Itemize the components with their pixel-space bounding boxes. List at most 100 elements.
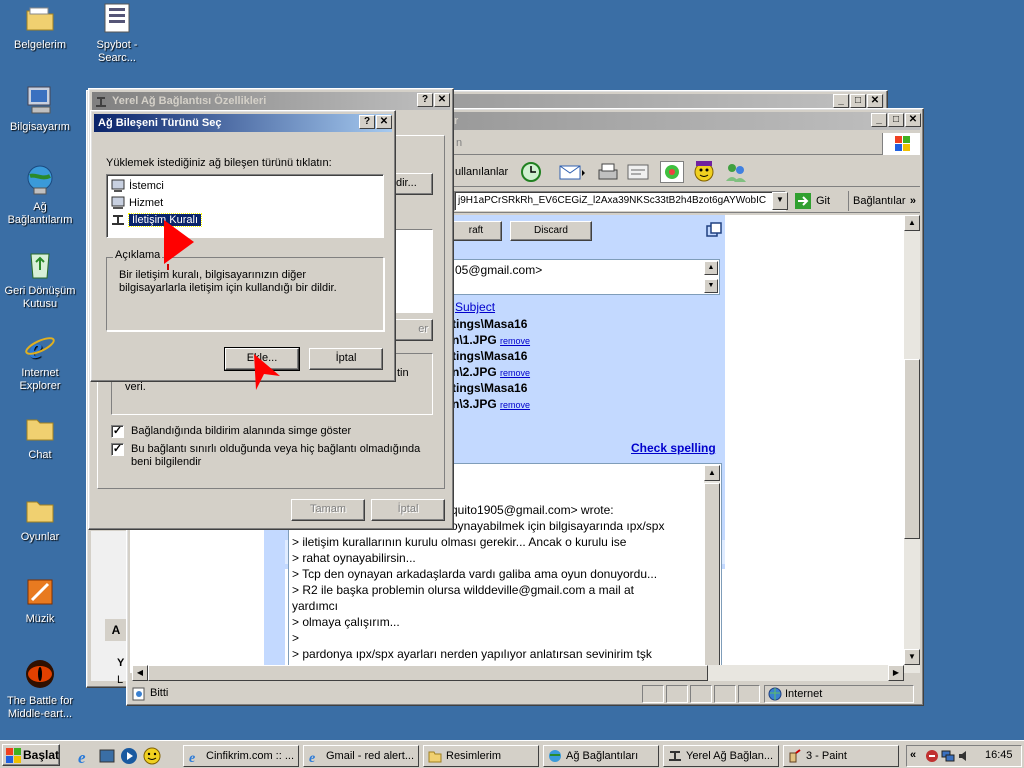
scroll-up-button[interactable]: ▲	[904, 215, 920, 231]
notify-checkbox[interactable]: ✓	[111, 443, 124, 456]
history-icon[interactable]	[519, 161, 543, 183]
desktop-icon-label: The Battle for Middle-eart...	[6, 695, 74, 720]
svg-text:e: e	[189, 751, 195, 763]
list-item-client[interactable]: İstemci	[111, 179, 164, 193]
to-field[interactable]: 05@gmail.com>	[450, 259, 720, 295]
component-title-text: Ağ Bileşeni Türünü Seç	[98, 117, 222, 129]
mail-icon[interactable]	[558, 161, 588, 183]
edit-icon[interactable]	[626, 161, 650, 183]
properties-label: er	[418, 323, 428, 335]
message-body-scrollbar[interactable]: ▲	[704, 465, 720, 673]
remove-link[interactable]: remove	[500, 336, 530, 346]
desktop-icon-battle-middle-earth[interactable]: The Battle for Middle-eart...	[0, 658, 80, 721]
task-button-ag-baglantilari[interactable]: Ağ Bağlantıları	[543, 745, 659, 767]
help-button[interactable]: ?	[359, 115, 375, 129]
scroll-down-button[interactable]: ▼	[904, 649, 920, 665]
task-button-resimlerim[interactable]: Resimlerim	[423, 745, 539, 767]
ok-button[interactable]: Tamam	[291, 499, 365, 521]
service-icon	[111, 196, 125, 209]
minimize-button[interactable]: _	[833, 94, 849, 108]
close-button[interactable]: ✕	[434, 93, 450, 107]
icq-icon[interactable]	[660, 161, 684, 183]
scroll-thumb[interactable]	[148, 665, 708, 681]
remove-link[interactable]: remove	[500, 400, 530, 410]
maximize-button[interactable]: □	[888, 113, 904, 127]
links-label: Bağlantılar	[853, 195, 906, 207]
horizontal-scrollbar[interactable]: ◀ ▶	[132, 665, 904, 681]
components-list[interactable]	[393, 229, 433, 313]
to-field-scrollbar[interactable]: ▲ ▼	[704, 261, 718, 293]
quicklaunch-ie-icon[interactable]: e	[76, 747, 94, 767]
quicklaunch-show-desktop-icon[interactable]	[98, 747, 116, 765]
desktop-icon-label: Chat	[28, 449, 52, 461]
desktop-icon-oyunlar[interactable]: Oyunlar	[0, 494, 80, 544]
desktop-icon-geri-donusum[interactable]: Geri Dönüşüm Kutusu	[0, 248, 80, 311]
yahoo-messenger-icon[interactable]	[692, 161, 716, 183]
page-scrollbar[interactable]: ▲ ▼	[904, 215, 920, 673]
scroll-thumb[interactable]	[704, 483, 720, 673]
list-item-service[interactable]: Hizmet	[111, 196, 163, 210]
windows-logo-icon	[6, 748, 21, 763]
attachment-line: tings\Masa16	[452, 317, 528, 331]
discard-button[interactable]: Discard	[510, 221, 592, 241]
desktop-icon-spybot[interactable]: Spybot - Searc...	[77, 2, 157, 65]
show-icon-checkbox[interactable]: ✓	[111, 425, 124, 438]
tray-network-icon[interactable]	[941, 749, 955, 763]
game-eye-icon	[24, 658, 56, 690]
clock[interactable]: 16:45	[985, 749, 1013, 761]
cancel-button[interactable]: İptal	[371, 499, 445, 521]
cancel-button[interactable]: İptal	[309, 348, 383, 370]
remove-link[interactable]: remove	[500, 368, 530, 378]
task-button-yerel-ag[interactable]: Yerel Ağ Bağlan...	[663, 745, 779, 767]
go-label: Git	[816, 195, 831, 207]
desktop-icon-chat[interactable]: Chat	[0, 412, 80, 462]
desktop-icon-muzik[interactable]: Müzik	[0, 576, 80, 626]
favorites-label[interactable]: ullanılanlar	[455, 166, 508, 178]
desktop-icon-internet-explorer[interactable]: e Internet Explorer	[0, 330, 80, 393]
properties-button[interactable]: er	[393, 319, 433, 341]
scroll-thumb[interactable]	[904, 359, 920, 539]
desktop-icon-belgelerim[interactable]: Belgelerim	[0, 2, 80, 52]
links-button[interactable]: Bağlantılar»	[848, 191, 918, 211]
task-button-cinfikrim[interactable]: e Cinfikrim.com :: ...	[183, 745, 299, 767]
task-button-gmail[interactable]: e Gmail - red alert...	[303, 745, 419, 767]
component-type-list[interactable]: İstemci Hizmet İletişim Kuralı	[106, 174, 384, 238]
desktop-icon-ag-baglantilarim[interactable]: Ağ Bağlantılarım	[0, 164, 80, 227]
minimize-button[interactable]: _	[871, 113, 887, 127]
scroll-up-button[interactable]: ▲	[704, 465, 720, 481]
select-component-dialog[interactable]: Ağ Bileşeni Türünü Seç ? ✕ Yüklemek iste…	[90, 110, 396, 382]
desktop-icon-bilgisayarim[interactable]: Bilgisayarım	[0, 84, 80, 134]
scroll-left-button[interactable]: ◀	[132, 665, 148, 681]
configure-button[interactable]: dir...	[393, 173, 433, 195]
tray-expand-icon[interactable]: «	[910, 749, 916, 761]
popout-icon[interactable]	[706, 222, 722, 238]
description-text-partial: veri.	[125, 381, 146, 393]
go-button[interactable]: Git	[792, 191, 842, 211]
tray-security-icon[interactable]	[925, 749, 939, 763]
folder-icon	[428, 751, 442, 763]
page-icon	[132, 687, 146, 701]
body-line: oynayabilmek için bilgisayarında ıpx/spx	[451, 519, 665, 533]
help-button[interactable]: ?	[417, 93, 433, 107]
maximize-button[interactable]: □	[850, 94, 866, 108]
address-dropdown-button[interactable]: ▼	[772, 192, 788, 210]
address-input[interactable]: j9H1aPCrSRkRh_EV6CEGiZ_l2Axa39NKSc33tB2h…	[454, 191, 786, 211]
red-cursor-arrow-icon	[250, 352, 284, 392]
quicklaunch-messenger-icon[interactable]	[143, 747, 161, 765]
attachment-line: n\2.JPG remove	[452, 365, 530, 379]
paint-icon	[789, 749, 801, 763]
close-button[interactable]: ✕	[867, 94, 883, 108]
save-draft-button[interactable]: raft	[450, 221, 502, 241]
check-spelling-link[interactable]: Check spelling	[631, 441, 716, 455]
print-icon[interactable]	[596, 161, 620, 183]
scroll-right-button[interactable]: ▶	[888, 665, 904, 681]
recycle-bin-icon	[24, 248, 56, 280]
close-button[interactable]: ✕	[905, 113, 921, 127]
task-button-paint[interactable]: 3 - Paint	[783, 745, 899, 767]
quicklaunch-media-player-icon[interactable]	[120, 747, 138, 765]
messenger-buddies-icon[interactable]	[724, 161, 748, 183]
edit-subject-link[interactable]: Subject	[455, 300, 495, 314]
close-button[interactable]: ✕	[376, 115, 392, 129]
start-button[interactable]: Başlat	[2, 744, 60, 766]
tray-volume-icon[interactable]	[957, 749, 971, 763]
